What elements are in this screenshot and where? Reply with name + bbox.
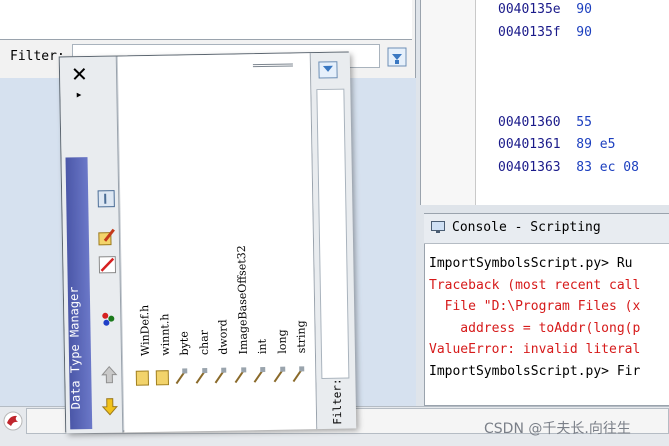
monitor-icon: [431, 221, 445, 233]
drag-grip[interactable]: [252, 63, 293, 68]
tree-item-label[interactable]: char: [197, 330, 210, 355]
tree-item-label[interactable]: byte: [178, 331, 191, 355]
filter-label: Filter:: [10, 49, 65, 64]
console-line: address = toAddr(long(p: [429, 320, 641, 336]
listing-margin: [420, 0, 476, 205]
filter-options-icon[interactable]: [386, 46, 408, 68]
console-line: File "D:\Program Files (x: [429, 299, 641, 314]
edit-datatype-icon[interactable]: [97, 227, 117, 247]
dtm-filter-input[interactable]: [316, 88, 350, 380]
data-type-manager-window[interactable]: ✕ ▸ Data Type Manager Filter: WinDef.h wi…: [58, 51, 357, 434]
bytes: 83 ec 08: [576, 160, 639, 175]
down-arrow-icon[interactable]: [100, 397, 120, 417]
dtm-title: Data Type Manager: [66, 286, 83, 410]
address: 0040135e: [498, 2, 561, 17]
datatype-icon: [253, 367, 266, 383]
close-icon[interactable]: ✕: [71, 62, 88, 86]
tree-item-label[interactable]: WinDef.h: [138, 305, 152, 357]
splitter[interactable]: [416, 205, 669, 213]
address: 0040135f: [498, 25, 561, 40]
datatype-icon: [292, 366, 305, 383]
listing-row[interactable]: 00401360 55: [498, 115, 592, 130]
console-line: Traceback (most recent call: [429, 277, 641, 293]
watermark: CSDN @千夫长.向往生: [484, 421, 631, 437]
datatype-icon: [175, 368, 188, 385]
tree-item-label[interactable]: int: [256, 339, 269, 354]
listing-row[interactable]: 00401363 83 ec 08: [498, 160, 639, 175]
tree-item-label[interactable]: ImageBaseOffset32: [235, 245, 250, 354]
program-tree-list[interactable]: [0, 0, 412, 40]
listing-row[interactable]: 0040135e 90: [498, 2, 592, 17]
dtm-filter-label: Filter:: [330, 378, 345, 425]
tree-item-label[interactable]: winnt.h: [158, 314, 172, 356]
datatype-icon: [195, 368, 207, 384]
datatype-icon: [234, 367, 246, 384]
address: 00401363: [498, 160, 561, 175]
up-arrow-icon[interactable]: [99, 365, 119, 385]
no-edit-icon[interactable]: [97, 255, 117, 275]
tree-item-label[interactable]: dword: [216, 319, 230, 355]
listing-row[interactable]: 0040135f 90: [498, 25, 592, 40]
datatype-icon: [214, 367, 227, 384]
folder-icon: [155, 370, 169, 386]
tree-item-label[interactable]: string: [294, 320, 308, 353]
datatype-icon: [273, 366, 285, 383]
listing-row[interactable]: 00401361 89 e5: [498, 137, 615, 152]
folder-icon: [135, 370, 149, 386]
address: 00401360: [498, 115, 561, 130]
console-line: ImportSymbolsScript.py> Ru: [429, 256, 633, 271]
ghidra-dragon-icon[interactable]: [2, 410, 24, 432]
address: 00401361: [498, 137, 561, 152]
window-icon[interactable]: [96, 189, 116, 209]
tree-item-label[interactable]: long: [275, 329, 288, 354]
bytes: 89 e5: [576, 137, 616, 152]
bytes: 90: [576, 2, 592, 17]
console-title: Console - Scripting: [452, 220, 601, 235]
console-line: ImportSymbolsScript.py> Fir: [429, 363, 641, 379]
console-line: ValueError: invalid literal: [429, 342, 641, 357]
menu-arrow-icon[interactable]: ▸: [75, 87, 82, 101]
bytes: 55: [576, 115, 592, 130]
bytes: 90: [576, 25, 592, 40]
colors-icon[interactable]: [98, 309, 118, 329]
filter-options-icon[interactable]: [318, 61, 338, 79]
